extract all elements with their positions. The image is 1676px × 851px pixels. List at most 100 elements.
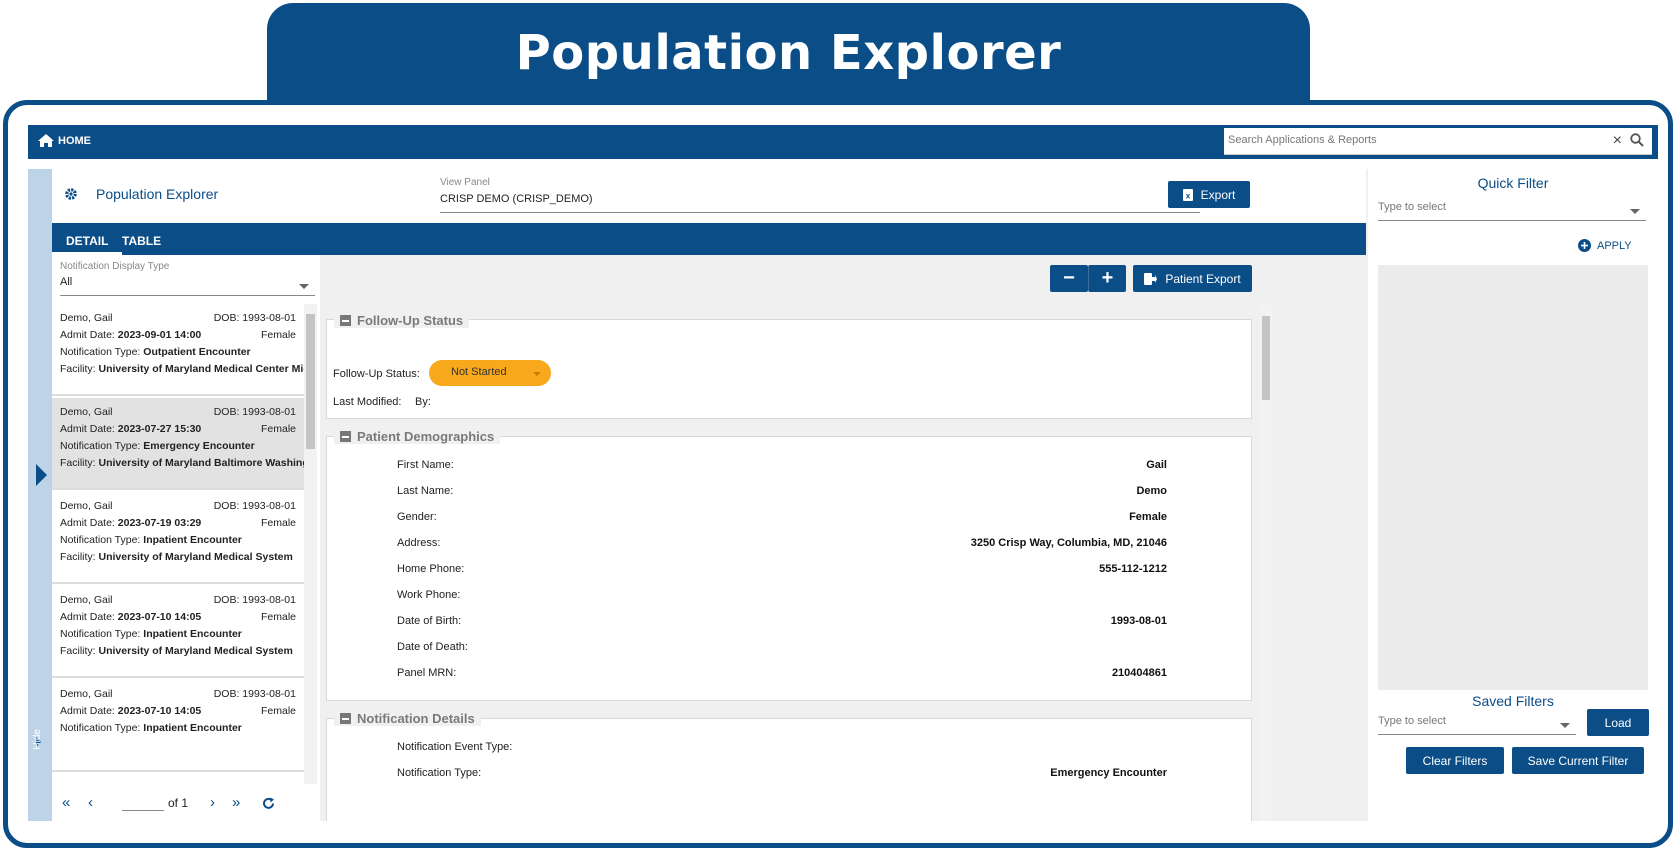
list-item[interactable]: Demo, Gail DOB: 1993-08-01 Female Admit …	[52, 586, 304, 678]
display-type-value: All	[60, 276, 73, 288]
page-number-input[interactable]	[122, 810, 164, 811]
first-name-value: Gail	[1146, 459, 1167, 471]
svg-text:x: x	[1185, 191, 1190, 200]
list-item[interactable]: Demo, Gail DOB: 1993-08-01 Female Admit …	[52, 398, 304, 490]
patient-gender: Female	[260, 611, 296, 623]
demographics-section-header[interactable]: Patient Demographics	[334, 429, 501, 444]
admit-date: 2023-07-10 14:05	[117, 705, 202, 717]
expand-arrow-icon[interactable]	[36, 464, 47, 486]
app-frame: HOME Search Applications & Reports × Hid…	[3, 100, 1673, 848]
clear-search-icon[interactable]: ×	[1613, 132, 1622, 150]
last-page-icon[interactable]: »	[232, 794, 240, 811]
last-name-label: Last Name:	[397, 485, 454, 497]
followup-section: Follow-Up Status: Not Started Last Modif…	[326, 319, 1252, 419]
list-item[interactable]: Demo, Gail DOB: 1993-08-01 Female Admit …	[52, 492, 304, 584]
detail-scrollbar-thumb[interactable]	[1262, 316, 1270, 400]
list-scrollbar[interactable]	[304, 304, 317, 784]
saved-filter-placeholder: Type to select	[1378, 715, 1446, 727]
refresh-icon[interactable]	[262, 797, 275, 810]
notification-details-section: Notification Event Type: Notification Ty…	[326, 718, 1252, 821]
display-type-select[interactable]: All	[60, 276, 315, 296]
notification-list: Demo, Gail DOB: 1993-08-01 Female Admit …	[52, 304, 317, 784]
facility: University of Maryland Baltimore Washing…	[98, 457, 304, 469]
hide-rail-label[interactable]: Hide	[32, 729, 43, 750]
top-navbar: HOME Search Applications & Reports ×	[28, 125, 1658, 159]
patient-gender: Female	[260, 517, 296, 529]
event-type-label: Notification Event Type:	[397, 741, 513, 753]
notification-type-row: Notification Type: Inpatient Encounter	[60, 720, 304, 737]
date-of-birth-value: 1993-08-01	[1110, 615, 1167, 627]
export-label: Export	[1200, 187, 1236, 202]
notification-type-row: Notification Type: Inpatient Encounter	[60, 532, 304, 549]
save-current-filter-button[interactable]: Save Current Filter	[1512, 747, 1644, 774]
gender-value: Female	[1129, 511, 1167, 523]
panel-mrn-value: 210404861	[1111, 667, 1167, 679]
patient-dob: DOB: 1993-08-01	[213, 594, 296, 606]
facility-label: Facility:	[60, 551, 99, 563]
notif-type-value: Emergency Encounter	[1050, 767, 1167, 779]
patient-dob: DOB: 1993-08-01	[213, 406, 296, 418]
next-page-icon[interactable]: ›	[210, 794, 215, 811]
plus-circle-icon	[1578, 239, 1591, 252]
notification-type-row: Notification Type: Inpatient Encounter	[60, 626, 304, 643]
patient-dob: DOB: 1993-08-01	[213, 688, 296, 700]
admit-date: 2023-09-01 14:00	[117, 329, 202, 341]
side-rail[interactable]: Hide	[28, 169, 52, 821]
pagination: « ‹ of 1 › »	[52, 786, 317, 821]
last-name-value: Demo	[1136, 485, 1167, 497]
page-count: of 1	[168, 796, 189, 810]
panel-title: Population Explorer	[64, 186, 218, 202]
date-of-death-label: Date of Death:	[397, 641, 468, 653]
file-export-icon	[1144, 272, 1158, 285]
patient-gender: Female	[260, 705, 296, 717]
view-panel-value: CRISP DEMO (CRISP_DEMO)	[440, 193, 593, 205]
global-search-input[interactable]: Search Applications & Reports ×	[1224, 128, 1652, 155]
search-icon[interactable]	[1630, 133, 1644, 147]
list-scrollbar-thumb[interactable]	[306, 314, 315, 449]
followup-section-header[interactable]: Follow-Up Status	[334, 313, 470, 328]
modified-by-label: By:	[415, 396, 431, 408]
chevron-down-icon	[1630, 209, 1640, 214]
followup-status-label: Follow-Up Status:	[333, 368, 420, 380]
collapse-icon[interactable]	[340, 431, 351, 442]
collapse-icon[interactable]	[340, 315, 351, 326]
load-filter-button[interactable]: Load	[1587, 709, 1649, 736]
view-panel-select[interactable]: CRISP DEMO (CRISP_DEMO)	[440, 193, 1200, 213]
patient-export-button[interactable]: Patient Export	[1133, 265, 1252, 292]
page-banner-title: Population Explorer	[267, 3, 1310, 113]
facility-row: Facility: University of Maryland Baltimo…	[60, 455, 304, 472]
first-page-icon[interactable]: «	[62, 794, 70, 811]
home-link[interactable]: HOME	[38, 134, 91, 147]
panel-title-text: Population Explorer	[96, 186, 219, 202]
admit-date-label: Admit Date:	[60, 517, 118, 529]
clear-filters-button[interactable]: Clear Filters	[1406, 747, 1504, 774]
notification-details-header[interactable]: Notification Details	[334, 711, 481, 726]
list-item[interactable]: Demo, Gail DOB: 1993-08-01 Female Admit …	[52, 304, 304, 396]
display-type-label: Notification Display Type	[60, 261, 170, 272]
collapse-icon[interactable]	[340, 713, 351, 724]
collapse-all-button[interactable]: −	[1050, 265, 1088, 292]
facility-label: Facility:	[60, 457, 99, 469]
detail-scrollbar[interactable]	[1260, 304, 1272, 821]
followup-status-select[interactable]: Not Started	[429, 360, 551, 386]
global-search-placeholder: Search Applications & Reports	[1228, 134, 1377, 146]
admit-date-label: Admit Date:	[60, 611, 118, 623]
tab-table[interactable]: TABLE	[108, 223, 175, 255]
facility: University of Maryland Medical Center Mi…	[98, 363, 304, 375]
expand-all-button[interactable]: +	[1088, 265, 1126, 292]
facility-label: Facility:	[60, 363, 99, 375]
patient-export-label: Patient Export	[1165, 271, 1241, 286]
notification-type-row: Notification Type: Emergency Encounter	[60, 438, 304, 455]
notification-type-row: Notification Type: Outpatient Encounter	[60, 344, 304, 361]
panel-header: Population Explorer View Panel CRISP DEM…	[52, 169, 1366, 223]
quick-filter-select[interactable]: Type to select	[1378, 201, 1646, 221]
admit-date-label: Admit Date:	[60, 705, 118, 717]
notification-type-label: Notification Type:	[60, 628, 144, 640]
export-button[interactable]: x Export	[1168, 181, 1250, 208]
saved-filter-select[interactable]: Type to select	[1378, 715, 1576, 735]
apply-button[interactable]: APPLY	[1578, 239, 1632, 252]
gear-icon[interactable]	[64, 187, 78, 201]
prev-page-icon[interactable]: ‹	[88, 794, 93, 811]
chevron-down-icon	[533, 372, 541, 376]
list-item[interactable]: Demo, Gail DOB: 1993-08-01 Female Admit …	[52, 680, 304, 772]
